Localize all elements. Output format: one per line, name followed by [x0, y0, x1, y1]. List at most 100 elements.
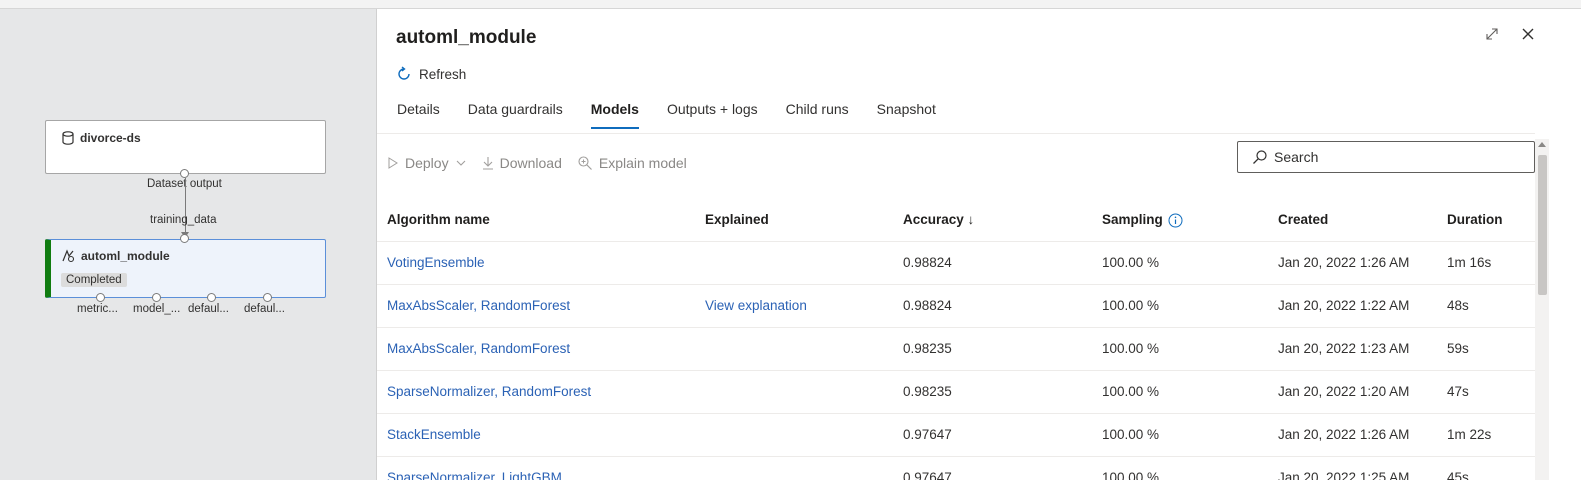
- dataset-output-port[interactable]: [180, 169, 189, 178]
- tab-bar: Details Data guardrails Models Outputs +…: [397, 101, 964, 129]
- table-row[interactable]: SparseNormalizer, RandomForest 0.98235 1…: [377, 371, 1535, 414]
- top-strip: [0, 0, 1581, 9]
- deploy-label: Deploy: [405, 155, 449, 171]
- dataset-node[interactable]: divorce-ds: [45, 120, 326, 174]
- duration-cell: 48s: [1447, 298, 1469, 313]
- created-cell: Jan 20, 2022 1:25 AM: [1278, 470, 1410, 480]
- download-label: Download: [499, 155, 562, 171]
- dataset-node-label: divorce-ds: [80, 131, 141, 145]
- output-port-default-1[interactable]: [207, 293, 216, 302]
- output-port-default-2[interactable]: [263, 293, 272, 302]
- header-explained[interactable]: Explained: [705, 199, 769, 241]
- automl-node-title: automl_module: [61, 249, 170, 263]
- sampling-cell: 100.00 %: [1102, 255, 1160, 270]
- algorithm-link[interactable]: SparseNormalizer, RandomForest: [387, 371, 591, 413]
- models-toolbar: Deploy Download Explain model: [387, 155, 687, 171]
- scroll-thumb[interactable]: [1538, 155, 1547, 295]
- accuracy-cell: 0.97647: [903, 427, 952, 442]
- header-sampling-label: Sampling: [1102, 212, 1163, 227]
- search-input[interactable]: [1274, 149, 1524, 165]
- connection-edge: [185, 178, 186, 238]
- info-icon[interactable]: [1168, 213, 1183, 228]
- magnifier-icon: [578, 156, 592, 170]
- play-icon: [388, 157, 398, 169]
- tab-data-guardrails[interactable]: Data guardrails: [468, 101, 563, 129]
- duration-cell: 45s: [1447, 470, 1469, 480]
- created-cell: Jan 20, 2022 1:20 AM: [1278, 384, 1410, 399]
- refresh-icon: [398, 66, 410, 80]
- created-cell: Jan 20, 2022 1:26 AM: [1278, 255, 1410, 270]
- header-sampling[interactable]: Sampling: [1102, 199, 1183, 241]
- algorithm-link[interactable]: MaxAbsScaler, RandomForest: [387, 285, 570, 327]
- accuracy-cell: 0.98824: [903, 298, 952, 313]
- designer-canvas[interactable]: divorce-ds Dataset output training_data …: [0, 9, 376, 480]
- search-box[interactable]: [1237, 141, 1535, 173]
- tab-snapshot[interactable]: Snapshot: [877, 101, 936, 129]
- header-accuracy[interactable]: Accuracy ↓: [903, 199, 974, 241]
- algorithm-link[interactable]: VotingEnsemble: [387, 242, 485, 284]
- algorithm-link[interactable]: SparseNormalizer, LightGBM: [387, 457, 562, 480]
- accuracy-cell: 0.98824: [903, 255, 952, 270]
- header-created[interactable]: Created: [1278, 199, 1328, 241]
- duration-cell: 59s: [1447, 341, 1469, 356]
- tab-divider: [377, 133, 1535, 134]
- accuracy-cell: 0.97647: [903, 470, 952, 480]
- table-row[interactable]: SparseNormalizer, LightGBM 0.97647 100.0…: [377, 457, 1535, 480]
- table-row[interactable]: MaxAbsScaler, RandomForest View explanat…: [377, 285, 1535, 328]
- output-port-metrics[interactable]: [96, 293, 105, 302]
- database-icon: [62, 131, 74, 145]
- download-icon: [482, 157, 493, 170]
- output-port-label: metric...: [77, 303, 118, 315]
- created-cell: Jan 20, 2022 1:23 AM: [1278, 341, 1410, 356]
- training-input-port[interactable]: [180, 234, 189, 243]
- run-details-panel: automl_module Refresh Details Data guard…: [376, 9, 1581, 480]
- dataset-node-title: divorce-ds: [62, 131, 141, 145]
- duration-cell: 1m 16s: [1447, 255, 1492, 270]
- explain-model-button[interactable]: Explain model: [577, 155, 687, 171]
- status-badge: Completed: [61, 273, 127, 287]
- table-scrollbar[interactable]: [1535, 139, 1549, 480]
- panel-title: automl_module: [396, 27, 537, 48]
- tab-child-runs[interactable]: Child runs: [786, 101, 849, 129]
- table-row[interactable]: VotingEnsemble 0.98824 100.00 % Jan 20, …: [377, 242, 1535, 285]
- automl-node-label: automl_module: [81, 249, 170, 263]
- explanation-link[interactable]: View explanation: [705, 285, 807, 327]
- sampling-cell: 100.00 %: [1102, 341, 1160, 356]
- accuracy-cell: 0.98235: [903, 341, 952, 356]
- explain-model-label: Explain model: [598, 155, 687, 171]
- chevron-down-icon: [456, 160, 465, 166]
- accuracy-cell: 0.98235: [903, 384, 952, 399]
- sampling-cell: 100.00 %: [1102, 427, 1160, 442]
- header-duration[interactable]: Duration: [1447, 199, 1503, 241]
- algorithm-link[interactable]: MaxAbsScaler, RandomForest: [387, 328, 570, 370]
- refresh-button[interactable]: Refresh: [396, 66, 466, 82]
- output-port-model[interactable]: [152, 293, 161, 302]
- header-algorithm[interactable]: Algorithm name: [387, 199, 490, 241]
- sampling-cell: 100.00 %: [1102, 298, 1160, 313]
- table-row[interactable]: StackEnsemble 0.97647 100.00 % Jan 20, 2…: [377, 414, 1535, 457]
- automl-icon: [62, 249, 75, 263]
- automl-node[interactable]: automl_module Completed: [45, 239, 326, 298]
- created-cell: Jan 20, 2022 1:22 AM: [1278, 298, 1410, 313]
- tab-details[interactable]: Details: [397, 101, 440, 129]
- output-port-label: defaul...: [188, 303, 229, 315]
- table-header: Algorithm name Explained Accuracy ↓ Samp…: [377, 199, 1535, 242]
- panel-actions: [1483, 25, 1537, 43]
- close-icon[interactable]: [1519, 25, 1537, 43]
- output-port-label: model_...: [133, 303, 181, 315]
- algorithm-link[interactable]: StackEnsemble: [387, 414, 481, 456]
- search-icon: [1253, 150, 1267, 164]
- scroll-up-arrow-icon[interactable]: [1538, 142, 1546, 147]
- download-button[interactable]: Download: [482, 155, 562, 171]
- table-row[interactable]: MaxAbsScaler, RandomForest 0.98235 100.0…: [377, 328, 1535, 371]
- created-cell: Jan 20, 2022 1:26 AM: [1278, 427, 1410, 442]
- tab-outputs-logs[interactable]: Outputs + logs: [667, 101, 758, 129]
- expand-icon[interactable]: [1483, 25, 1501, 43]
- models-table: Algorithm name Explained Accuracy ↓ Samp…: [377, 199, 1535, 480]
- duration-cell: 1m 22s: [1447, 427, 1492, 442]
- training-input-label: training_data: [150, 214, 217, 226]
- tab-models[interactable]: Models: [590, 101, 639, 129]
- deploy-button[interactable]: Deploy: [387, 155, 467, 171]
- sampling-cell: 100.00 %: [1102, 384, 1160, 399]
- duration-cell: 47s: [1447, 384, 1469, 399]
